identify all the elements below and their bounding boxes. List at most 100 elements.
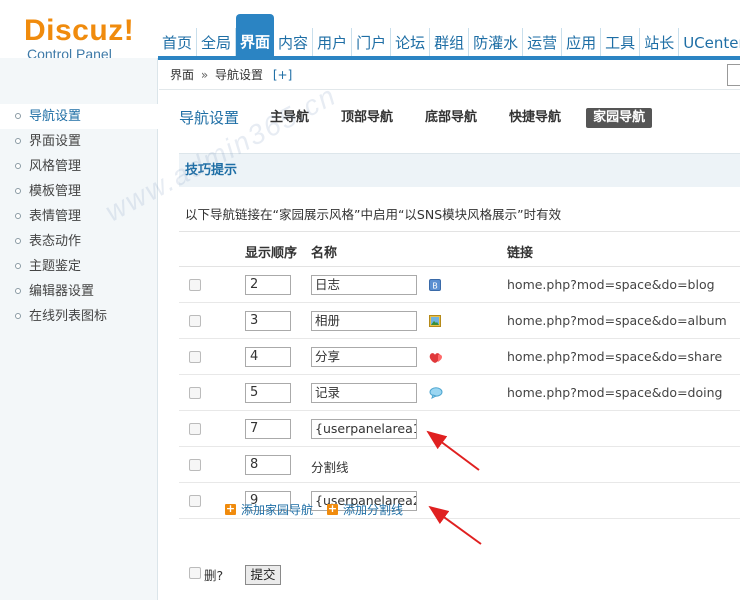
order-input[interactable]: 5 [245, 383, 291, 403]
sidebar: 导航设置 界面设置 风格管理 模板管理 表情管理 表态动作 主题鉴定 编辑器设置 在线列表图标 [0, 58, 158, 600]
share-icon [429, 351, 442, 363]
order-input[interactable]: 3 [245, 311, 291, 331]
bullet-icon [15, 238, 21, 244]
subtab-1[interactable]: 顶部导航 [334, 108, 400, 128]
delete-label: 删? [204, 568, 224, 583]
add-divider-button[interactable]: + 添加分割线 [327, 501, 403, 518]
add-favorite-button[interactable]: [+] [273, 68, 292, 82]
nav-tab-5[interactable]: 门户 [352, 28, 392, 58]
subtab-2[interactable]: 底部导航 [418, 108, 484, 128]
table-row: 8 分割线 [179, 447, 740, 483]
table-row: 4 分享 home.php?mod=space&do=share [179, 339, 740, 375]
order-input[interactable]: 2 [245, 275, 291, 295]
table-row: 7 {userpanelarea1} [179, 411, 740, 447]
add-home-nav-button[interactable]: + 添加家园导航 [225, 501, 313, 518]
nav-tab-0[interactable]: 首页 [158, 28, 198, 58]
nav-tab-6[interactable]: 论坛 [391, 28, 431, 58]
nav-tab-1[interactable]: 全局 [197, 28, 237, 58]
add-home-nav-label: 添加家园导航 [241, 503, 314, 517]
row-delete-checkbox[interactable] [189, 387, 201, 399]
plus-icon: + [327, 502, 339, 515]
logo-main-text: Discuz! [24, 14, 135, 47]
plus-icon: + [225, 502, 236, 515]
row-delete-checkbox[interactable] [189, 423, 201, 435]
name-input[interactable]: 分享 [311, 347, 417, 367]
bullet-icon [15, 313, 21, 319]
header: Discuz! Control Panel 首页 全局 界面 内容 用户 门户 论坛 群组 防灌… [0, 0, 740, 62]
nav-tab-2[interactable]: 界面 [236, 14, 275, 58]
breadcrumb-current: 导航设置 [215, 68, 264, 82]
nav-link: home.php?mod=space&do=blog [507, 277, 715, 292]
album-icon [429, 315, 441, 327]
submit-button[interactable]: 提交 [245, 565, 281, 585]
nav-tab-12[interactable]: 站长 [640, 28, 680, 58]
bullet-icon [15, 213, 21, 219]
row-delete-checkbox[interactable] [189, 279, 201, 291]
submit-row: 删? 提交 [179, 559, 740, 599]
sidebar-item-6[interactable]: 主题鉴定 [0, 254, 158, 279]
row-delete-checkbox[interactable] [189, 351, 201, 363]
blog-icon: B [429, 279, 441, 291]
table-row: 5 记录 home.php?mod=space&do=doing [179, 375, 740, 411]
bullet-icon [15, 138, 21, 144]
nav-tab-9[interactable]: 运营 [523, 28, 563, 58]
delete-all-checkbox[interactable] [189, 567, 201, 579]
row-delete-checkbox[interactable] [189, 459, 201, 471]
name-input[interactable]: 日志 [311, 275, 417, 295]
search-input[interactable] [727, 64, 740, 86]
sidebar-item-label: 模板管理 [29, 184, 82, 199]
sidebar-item-2[interactable]: 风格管理 [0, 154, 158, 179]
nav-tab-11[interactable]: 工具 [601, 28, 641, 58]
bullet-icon [15, 263, 21, 269]
nav-tab-8[interactable]: 防灌水 [469, 28, 524, 58]
nav-tab-7[interactable]: 群组 [430, 28, 470, 58]
nav-tab-4[interactable]: 用户 [313, 28, 353, 58]
name-input[interactable]: {userpanelarea1} [311, 419, 417, 439]
add-actions: + 添加家园导航 + 添加分割线 [225, 501, 417, 518]
table-header: 显示顺序 名称 链接 [179, 231, 740, 267]
sidebar-item-label: 表态动作 [29, 234, 82, 249]
tips-header: 技巧提示 [179, 153, 740, 187]
sidebar-item-label: 风格管理 [29, 159, 82, 174]
svg-text:B: B [432, 282, 438, 291]
row-delete-checkbox[interactable] [189, 315, 201, 327]
name-input[interactable]: 相册 [311, 311, 417, 331]
name-input[interactable]: 记录 [311, 383, 417, 403]
nav-table: 显示顺序 名称 链接 2 日志 Bhome.php?mod=space&do=blo… [179, 231, 740, 519]
column-link: 链接 [507, 246, 534, 261]
order-input[interactable]: 7 [245, 419, 291, 439]
name-text: 分割线 [311, 460, 349, 475]
nav-tab-3[interactable]: 内容 [274, 28, 314, 58]
breadcrumb-root[interactable]: 界面 [170, 68, 194, 82]
sidebar-item-8[interactable]: 在线列表图标 [0, 304, 158, 329]
add-divider-label: 添加分割线 [343, 503, 404, 517]
nav-link: home.php?mod=space&do=doing [507, 385, 723, 400]
nav-link: home.php?mod=space&do=album [507, 313, 727, 328]
column-name: 名称 [311, 246, 338, 261]
subtab-3[interactable]: 快捷导航 [502, 108, 568, 128]
table-body: 2 日志 Bhome.php?mod=space&do=blog 3 相册 home.ph… [179, 267, 740, 519]
order-input[interactable]: 8 [245, 455, 291, 475]
sidebar-item-label: 导航设置 [29, 109, 82, 124]
top-nav: 首页 全局 界面 内容 用户 门户 论坛 群组 防灌水 运营 应用 工具 站长 UCenter [158, 14, 740, 58]
breadcrumb: 界面 » 导航设置 [+] [159, 60, 740, 90]
sidebar-item-label: 主题鉴定 [29, 259, 82, 274]
order-input[interactable]: 4 [245, 347, 291, 367]
row-delete-checkbox[interactable] [189, 495, 201, 507]
subtab-4[interactable]: 家园导航 [586, 108, 653, 128]
sidebar-item-5[interactable]: 表态动作 [0, 229, 158, 254]
sidebar-item-label: 在线列表图标 [29, 309, 108, 324]
bullet-icon [15, 188, 21, 194]
sidebar-item-label: 界面设置 [29, 134, 82, 149]
nav-link: home.php?mod=space&do=share [507, 349, 723, 364]
table-row: 2 日志 Bhome.php?mod=space&do=blog [179, 267, 740, 303]
sidebar-item-1[interactable]: 界面设置 [0, 129, 158, 154]
nav-tab-10[interactable]: 应用 [562, 28, 602, 58]
logo[interactable]: Discuz! Control Panel [24, 14, 135, 63]
sidebar-item-0[interactable]: 导航设置 [0, 104, 158, 129]
doing-icon [429, 387, 443, 399]
tips-text: 以下导航链接在“家园展示风格”中启用“以SNS模块风格展示”时有效 [185, 207, 562, 222]
sidebar-item-label: 编辑器设置 [29, 284, 95, 299]
sidebar-item-7[interactable]: 编辑器设置 [0, 279, 158, 304]
nav-tab-13[interactable]: UCenter [679, 28, 740, 58]
